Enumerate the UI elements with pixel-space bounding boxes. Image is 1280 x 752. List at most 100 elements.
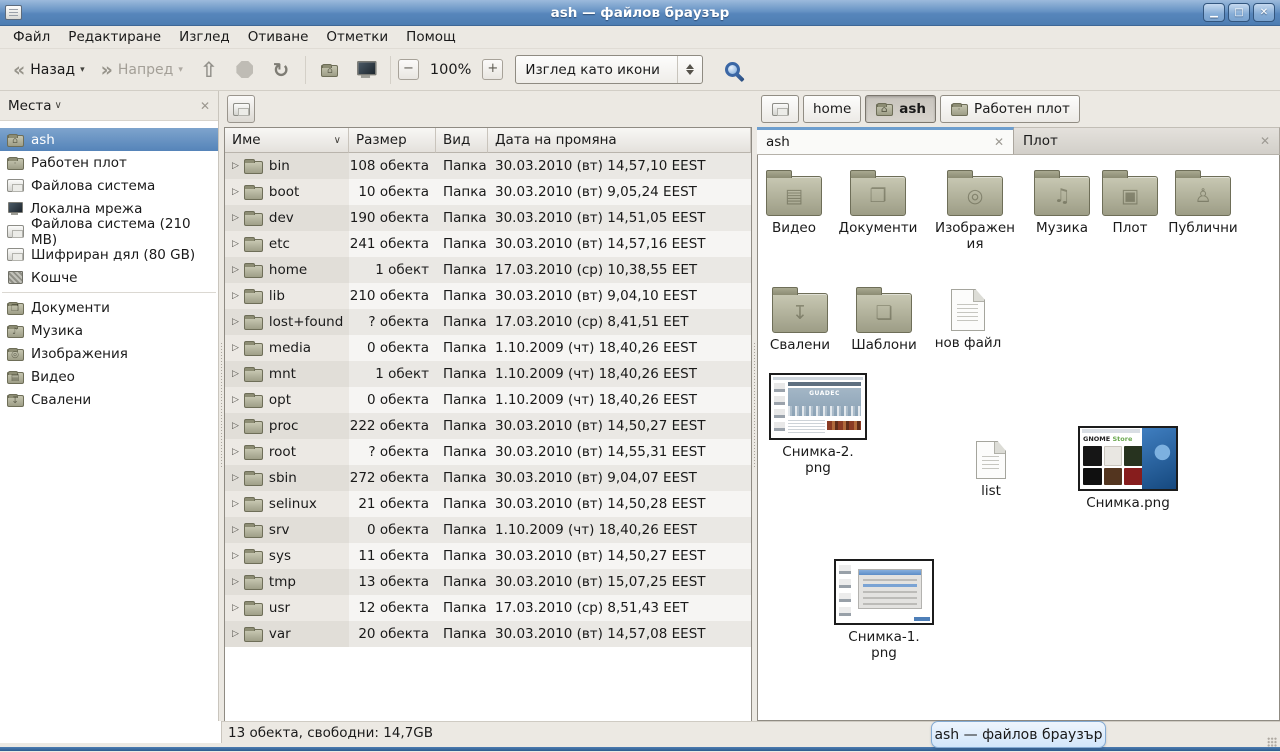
expander-icon[interactable]: ▷ (232, 343, 239, 353)
home-button[interactable]: ⌂ (313, 54, 347, 86)
expander-icon[interactable]: ▷ (232, 551, 239, 561)
sidebar-item[interactable]: Файлова система (0, 174, 218, 197)
expander-icon[interactable]: ▷ (232, 213, 239, 223)
reload-button[interactable]: ↻ (264, 54, 298, 86)
expander-icon[interactable]: ▷ (232, 603, 239, 613)
expander-icon[interactable]: ▷ (232, 577, 239, 587)
menu-item[interactable]: Отметки (317, 27, 397, 47)
tab-ash[interactable]: ash✕ (757, 127, 1014, 154)
path-button[interactable]: home (803, 95, 861, 123)
grid-item[interactable]: ❐Документи (838, 169, 918, 236)
table-row[interactable]: ▷selinux21 обектаПапка30.03.2010 (вт) 14… (225, 491, 751, 517)
sidebar-item[interactable]: ▤Видео (0, 365, 218, 388)
sidebar-item[interactable]: ♪Музика (0, 319, 218, 342)
table-row[interactable]: ▷mnt1 обектПапка1.10.2009 (чт) 18,40,26 … (225, 361, 751, 387)
column-header[interactable]: Размер (349, 128, 436, 153)
tab-Плот[interactable]: Плот✕ (1014, 127, 1280, 154)
expander-icon[interactable]: ▷ (232, 187, 239, 197)
sidebar-item[interactable]: ❐Документи (0, 296, 218, 319)
table-row[interactable]: ▷proc222 обектаПапка30.03.2010 (вт) 14,5… (225, 413, 751, 439)
column-header[interactable]: Вид (436, 128, 488, 153)
path-button[interactable] (761, 95, 799, 123)
menu-item[interactable]: Помощ (397, 27, 465, 47)
expander-icon[interactable]: ▷ (232, 369, 239, 379)
sidebar-item[interactable]: ⌂ash (0, 128, 218, 151)
expander-icon[interactable]: ▷ (232, 421, 239, 431)
expander-icon[interactable]: ▷ (232, 447, 239, 457)
grid-item[interactable]: list (951, 441, 1031, 499)
table-row[interactable]: ▷var20 обектаПапка30.03.2010 (вт) 14,57,… (225, 621, 751, 647)
table-row[interactable]: ▷media0 обектаПапка1.10.2009 (чт) 18,40,… (225, 335, 751, 361)
path-button[interactable]: ⌂ash (865, 95, 936, 123)
close-button[interactable]: ✕ (1253, 3, 1275, 22)
table-row[interactable]: ▷lib210 обектаПапка30.03.2010 (вт) 9,04,… (225, 283, 751, 309)
expander-icon[interactable]: ▷ (232, 161, 239, 171)
sidebar-header[interactable]: Места ∨ ✕ (0, 91, 218, 121)
expander-icon[interactable]: ▷ (232, 291, 239, 301)
expander-icon[interactable]: ▷ (232, 265, 239, 275)
back-button[interactable]: « Назад ▾ (6, 57, 92, 83)
resize-grip[interactable] (1267, 737, 1277, 747)
expander-icon[interactable]: ▷ (232, 629, 239, 639)
sidebar-close-icon[interactable]: ✕ (200, 99, 210, 113)
expander-icon[interactable]: ▷ (232, 473, 239, 483)
expander-icon[interactable]: ▷ (232, 499, 239, 509)
grid-item[interactable]: ♙Публични (1163, 169, 1243, 236)
up-button[interactable]: ⇧ (192, 54, 226, 86)
back-history-dropdown-icon[interactable]: ▾ (80, 65, 85, 75)
sidebar-item[interactable]: ↧Свалени (0, 388, 218, 411)
path-button[interactable]: ·Работен плот (940, 95, 1080, 123)
menu-item[interactable]: Редактиране (59, 27, 170, 47)
table-row[interactable]: ▷sbin272 обектаПапка30.03.2010 (вт) 9,04… (225, 465, 751, 491)
table-row[interactable]: ▷root? обектаПапка30.03.2010 (вт) 14,55,… (225, 439, 751, 465)
maximize-button[interactable]: □ (1228, 3, 1250, 22)
sidebar-item[interactable]: Кошче (0, 266, 218, 289)
sidebar-item[interactable]: ·Работен плот (0, 151, 218, 174)
menu-item[interactable]: Изглед (170, 27, 239, 47)
menu-item[interactable]: Отиване (239, 27, 318, 47)
sidebar-item[interactable]: ◎Изображения (0, 342, 218, 365)
computer-button[interactable] (349, 54, 383, 86)
tab-close-icon[interactable]: ✕ (994, 135, 1004, 149)
table-row[interactable]: ▷tmp13 обектаПапка30.03.2010 (вт) 15,07,… (225, 569, 751, 595)
grid-item[interactable]: ↧Свалени (760, 286, 840, 353)
column-header[interactable]: Дата на промяна (488, 128, 751, 153)
expander-icon[interactable]: ▷ (232, 525, 239, 535)
grid-item[interactable]: ▣Плот (1090, 169, 1170, 236)
icon-view[interactable]: ▤Видео❐Документи◎Изображен ия♫Музика▣Пло… (757, 155, 1280, 721)
grid-item[interactable]: ◎Изображен ия (935, 169, 1015, 252)
table-row[interactable]: ▷home1 обектПапка17.03.2010 (ср) 10,38,5… (225, 257, 751, 283)
zoom-in-button[interactable]: + (482, 59, 503, 80)
file-icon-item[interactable]: Снимка-1. png (832, 559, 936, 661)
table-row[interactable]: ▷etc241 обектаПапка30.03.2010 (вт) 14,57… (225, 231, 751, 257)
minimize-button[interactable]: ▁ (1203, 3, 1225, 22)
table-row[interactable]: ▷opt0 обектаПапка1.10.2009 (чт) 18,40,26… (225, 387, 751, 413)
expander-icon[interactable]: ▷ (232, 239, 239, 249)
grid-item[interactable]: ❏Шаблони (844, 286, 924, 353)
tab-close-icon[interactable]: ✕ (1260, 134, 1270, 148)
zoom-out-button[interactable]: − (398, 59, 419, 80)
pane-splitter[interactable] (219, 91, 224, 721)
table-row[interactable]: ▷bin108 обектаПапка30.03.2010 (вт) 14,57… (225, 153, 751, 179)
sidebar-item[interactable]: Файлова система (210 MB) (0, 220, 218, 243)
taskbar-window-button[interactable]: ash — файлов браузър (931, 721, 1106, 748)
view-mode-select[interactable]: Изглед като икони (515, 55, 703, 84)
expander-icon[interactable]: ▷ (232, 317, 239, 327)
grid-item[interactable]: нов файл (928, 289, 1008, 351)
column-header[interactable]: Име∨ (225, 128, 349, 153)
table-row[interactable]: ▷sys11 обектаПапка30.03.2010 (вт) 14,50,… (225, 543, 751, 569)
menu-item[interactable]: Файл (4, 27, 59, 47)
sidebar-item[interactable]: Шифриран дял (80 GB) (0, 243, 218, 266)
table-row[interactable]: ▷srv0 обектаПапка1.10.2009 (чт) 18,40,26… (225, 517, 751, 543)
grid-item[interactable]: ▤Видео (757, 169, 834, 236)
table-row[interactable]: ▷usr12 обектаПапка17.03.2010 (ср) 8,51,4… (225, 595, 751, 621)
file-icon-item[interactable]: GNOME StoreСнимка.png (1076, 426, 1180, 511)
table-row[interactable]: ▷lost+found? обектаПапка17.03.2010 (ср) … (225, 309, 751, 335)
search-button[interactable] (717, 55, 747, 85)
forward-button[interactable]: » Напред ▾ (94, 57, 190, 83)
expander-icon[interactable]: ▷ (232, 395, 239, 405)
filesystem-root-button[interactable] (227, 95, 255, 123)
table-row[interactable]: ▷dev190 обектаПапка30.03.2010 (вт) 14,51… (225, 205, 751, 231)
file-icon-item[interactable]: GUADECСнимка-2. png (766, 373, 870, 476)
table-row[interactable]: ▷boot10 обектаПапка30.03.2010 (вт) 9,05,… (225, 179, 751, 205)
